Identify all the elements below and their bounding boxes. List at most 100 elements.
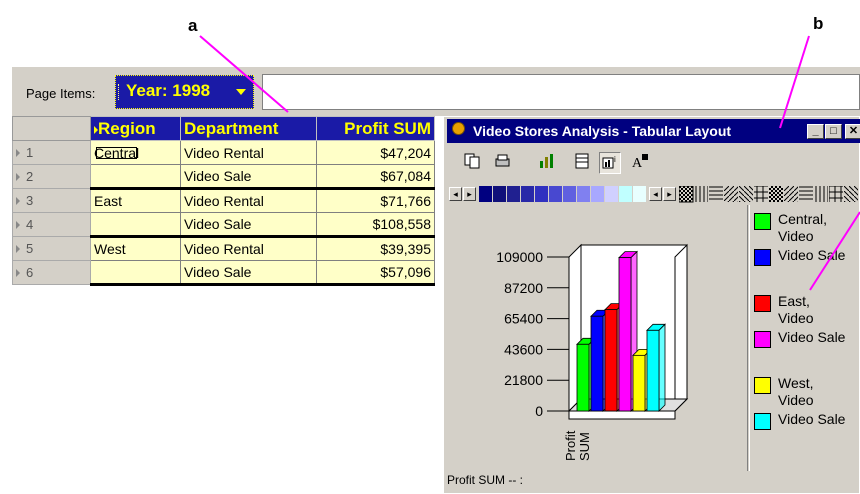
pattern-swatches[interactable] [679,186,860,203]
maximize-button[interactable]: □ [825,124,842,139]
color-swatch[interactable] [521,186,535,202]
table-row[interactable]: 4 Video Sale $108,558 [12,212,435,238]
pattern-scroll-left-button[interactable]: ◂ [649,187,662,201]
copy-icon[interactable] [461,152,483,174]
cell-department[interactable]: Video Sale [180,260,317,286]
cell-region[interactable] [90,164,181,190]
chevron-down-icon[interactable] [236,89,246,95]
chart-toolbar: i A [447,146,860,182]
cell-region[interactable] [90,212,181,238]
legend-swatch [754,249,771,266]
legend-swatch [754,413,771,430]
cell-region[interactable]: East [90,188,181,213]
row-header[interactable]: 6 [12,260,91,285]
data-table: Region Department Profit SUM 1 Central V… [12,116,435,286]
page-items-label: Page Items: [26,86,96,101]
color-swatch[interactable] [535,186,549,202]
cell-profit[interactable]: $67,084 [316,164,435,190]
table-corner[interactable] [12,116,91,141]
close-button[interactable]: ✕ [845,124,860,139]
legend-swatch [754,295,771,312]
color-swatch[interactable] [591,186,605,202]
table-row[interactable]: 2 Video Sale $67,084 [12,164,435,190]
table-row[interactable]: 1 Central Video Rental $47,204 [12,140,435,165]
window-title: Video Stores Analysis - Tabular Layout [473,123,732,139]
bar [632,354,646,412]
legend-swatch [754,213,771,230]
column-header-profit-sum[interactable]: Profit SUM [316,116,435,141]
palette-scroll-right-button[interactable]: ▸ [463,187,476,201]
y-tick-label: 43600 [504,341,543,357]
bar [576,343,590,412]
callout-label-a: a [188,16,198,35]
color-palette: ◂ ▸ ◂ ▸ [447,185,860,203]
legend-label: Central, Video [778,211,828,244]
row-header[interactable]: 4 [12,212,91,237]
legend-label: East, Video [778,293,814,326]
cell-profit[interactable]: $57,096 [316,260,435,286]
column-header-region[interactable]: Region [90,116,181,141]
y-tick-label: 65400 [504,311,543,327]
legend-label: Video Sale [778,411,846,427]
year-dropdown-value: Year: 1998 [126,81,211,100]
cell-region[interactable]: West [90,236,181,261]
page-items-drop-area[interactable] [262,74,860,110]
pattern-scroll-right-button[interactable]: ▸ [663,187,676,201]
color-swatch[interactable] [563,186,577,202]
minimize-button[interactable]: _ [807,124,824,139]
cell-profit[interactable]: $108,558 [316,212,435,238]
status-text: Profit SUM -- : [447,473,524,487]
window-titlebar[interactable]: Video Stores Analysis - Tabular Layout _… [447,119,860,143]
column-header-department[interactable]: Department [180,116,317,141]
color-swatch[interactable] [479,186,493,202]
bar-chart-icon[interactable] [535,152,557,174]
drag-grip-icon[interactable] [118,84,121,100]
color-swatch[interactable] [605,186,619,202]
cell-department[interactable]: Video Rental [180,236,317,261]
bar [590,315,604,412]
legend-swatch [754,377,771,394]
color-swatch[interactable] [493,186,507,202]
year-dropdown[interactable]: Year: 1998 [115,75,254,109]
table-row[interactable]: 3 East Video Rental $71,766 [12,188,435,213]
cell-region[interactable] [90,260,181,286]
cell-department[interactable]: Video Rental [180,188,317,213]
row-header[interactable]: 5 [12,236,91,261]
color-swatch[interactable] [619,186,633,202]
color-swatch[interactable] [507,186,521,202]
chart-right-wall [674,243,688,413]
bar [618,257,632,412]
print-icon[interactable] [491,152,513,174]
y-tick-label: 0 [535,403,543,419]
palette-scroll-left-button[interactable]: ◂ [449,187,462,201]
chart-window: Video Stores Analysis - Tabular Layout _… [443,116,860,494]
callout-label-b: b [813,14,824,33]
cell-department[interactable]: Video Sale [180,212,317,238]
cell-profit[interactable]: $39,395 [316,236,435,261]
x-category-label: SUM [577,432,592,461]
row-header[interactable]: 1 [12,140,91,165]
legend-label: Video Sale [778,247,846,263]
svg-text:i: i [614,155,616,164]
cell-department[interactable]: Video Rental [180,140,317,165]
y-tick-label: 87200 [504,280,543,296]
cell-profit[interactable]: $71,766 [316,188,435,213]
legend-divider[interactable] [747,205,750,471]
font-icon[interactable]: A [629,152,651,174]
table-layout-icon[interactable] [571,152,593,174]
cell-region[interactable]: Central [90,140,181,165]
color-swatch[interactable] [577,186,591,202]
color-swatch[interactable] [549,186,563,202]
table-row[interactable]: 6 Video Sale $57,096 [12,260,435,286]
legend-label: West, Video [778,375,814,408]
bar [604,309,618,412]
row-header[interactable]: 2 [12,164,91,189]
chart-layout-icon[interactable]: i [599,152,621,174]
cell-department[interactable]: Video Sale [180,164,317,190]
table-row[interactable]: 5 West Video Rental $39,395 [12,236,435,261]
cell-profit[interactable]: $47,204 [316,140,435,165]
color-swatch[interactable] [633,186,647,202]
app-pin-icon [452,122,465,135]
legend-swatch [754,331,771,348]
row-header[interactable]: 3 [12,188,91,213]
